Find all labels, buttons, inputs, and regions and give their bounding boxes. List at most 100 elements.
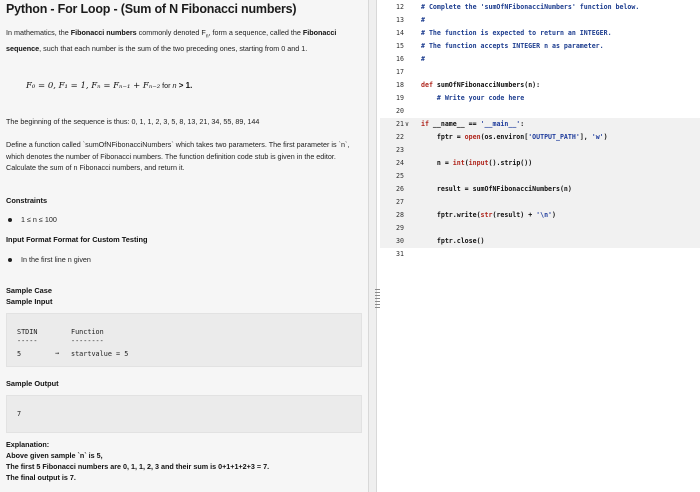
code-text[interactable]: fptr.close() bbox=[421, 235, 485, 248]
line-number: 13 bbox=[396, 16, 404, 24]
code-token: n = bbox=[421, 159, 453, 167]
line-number: 23 bbox=[396, 146, 404, 154]
code-text[interactable]: def sumOfNFibonacciNumbers(n): bbox=[421, 79, 540, 92]
formula-expression: F₀ = 0, F₁ = 1, Fₙ = Fₙ₋₁ + Fₙ₋₂ bbox=[26, 81, 161, 91]
code-token: str bbox=[480, 211, 493, 219]
code-token: # bbox=[421, 16, 425, 24]
code-text[interactable]: # The function is expected to return an … bbox=[421, 27, 612, 40]
explanation-heading: Explanation: bbox=[6, 440, 50, 449]
problem-title: Python - For Loop - (Sum of N Fibonacci … bbox=[6, 2, 297, 16]
intro-text-2: commonly denoted F bbox=[136, 28, 206, 37]
arrow-icon: → bbox=[55, 349, 60, 357]
sample-input-box: STDIN ----- Function -------- 5 → startv… bbox=[6, 313, 362, 367]
problem-panel: Python - For Loop - (Sum of N Fibonacci … bbox=[0, 0, 368, 492]
input-format-heading: Input Format Format for Custom Testing bbox=[6, 235, 148, 244]
sample-input-heading: Sample Input bbox=[6, 297, 53, 306]
code-token: __name__ == bbox=[432, 120, 481, 128]
code-line[interactable]: 13 # bbox=[380, 14, 700, 27]
code-line[interactable]: 16 # bbox=[380, 53, 700, 66]
app-root: Python - For Loop - (Sum of N Fibonacci … bbox=[0, 0, 700, 492]
code-line[interactable]: 25 bbox=[380, 170, 700, 183]
code-token: sumOfNFibonacciNumbers(n): bbox=[436, 81, 541, 89]
code-line[interactable]: 23 bbox=[380, 144, 700, 157]
code-line[interactable]: 14 # The function is expected to return a… bbox=[380, 27, 700, 40]
code-line[interactable]: 26 result = sumOfNFibonacciNumbers(n) bbox=[380, 183, 700, 196]
code-token: : bbox=[520, 120, 525, 128]
code-text[interactable]: # The function accepts INTEGER n as para… bbox=[421, 40, 604, 53]
code-line[interactable]: 17 bbox=[380, 66, 700, 79]
code-token: def bbox=[421, 81, 437, 89]
stdin-header: STDIN bbox=[17, 328, 38, 336]
explanation-line-2: The first 5 Fibonacci numbers are 0, 1, … bbox=[6, 462, 270, 471]
code-text[interactable]: # Write your code here bbox=[421, 92, 524, 105]
code-text[interactable]: n = int(input().strip()) bbox=[421, 157, 532, 170]
sample-output-value: 7 bbox=[17, 410, 22, 418]
define-paragraph: Define a function called `sumOfNFibonacc… bbox=[6, 140, 350, 173]
code-line[interactable]: 12 # Complete the 'sumOfNFibonacciNumbers… bbox=[380, 1, 700, 14]
code-line[interactable]: 24 n = int(input().strip()) bbox=[380, 157, 700, 170]
code-text[interactable]: fptr.write(str(result) + '\n') bbox=[421, 209, 556, 222]
code-token: '__main__' bbox=[480, 120, 521, 128]
code-token: (result) + bbox=[492, 211, 537, 219]
panel-divider[interactable] bbox=[368, 0, 377, 492]
line-number: 12 bbox=[396, 3, 404, 11]
code-token: result = sumOfNFibonacciNumbers(n) bbox=[421, 185, 572, 193]
code-line[interactable]: 28 fptr.write(str(result) + '\n') bbox=[380, 209, 700, 222]
code-token: ) bbox=[603, 133, 608, 141]
code-token: # bbox=[421, 55, 425, 63]
line-number: 31 bbox=[396, 250, 404, 258]
line-number: 17 bbox=[396, 68, 404, 76]
code-text[interactable]: fptr = open(os.environ['OUTPUT_PATH'], '… bbox=[421, 131, 608, 144]
code-token: 'OUTPUT_PATH' bbox=[528, 133, 580, 141]
line-number: 27 bbox=[396, 198, 404, 206]
fold-chevron-icon[interactable]: ∨ bbox=[405, 118, 409, 131]
constraints-heading: Constraints bbox=[6, 196, 48, 205]
intro-paragraph: In mathematics, the Fibonacci numbers co… bbox=[6, 27, 358, 55]
code-line[interactable]: 30 fptr.close() bbox=[380, 235, 700, 248]
sample-output-box: 7 bbox=[6, 395, 362, 433]
intro-bold-1: Fibonacci numbers bbox=[70, 28, 137, 37]
code-token: if bbox=[421, 120, 433, 128]
code-line[interactable]: 27 bbox=[380, 196, 700, 209]
code-line[interactable]: 18 def sumOfNFibonacciNumbers(n): bbox=[380, 79, 700, 92]
line-number: 30 bbox=[396, 237, 404, 245]
code-token: # Complete the 'sumOfNFibonacciNumbers' … bbox=[421, 3, 640, 11]
code-text[interactable]: result = sumOfNFibonacciNumbers(n) bbox=[421, 183, 572, 196]
code-token: 'w' bbox=[591, 133, 604, 141]
function-rule: -------- bbox=[71, 337, 104, 345]
code-token: int bbox=[452, 159, 465, 167]
line-number: 21 bbox=[396, 120, 404, 128]
fibonacci-formula: F₀ = 0, F₁ = 1, Fₙ = Fₙ₋₁ + Fₙ₋₂ for n >… bbox=[26, 81, 192, 91]
line-number: 20 bbox=[396, 107, 404, 115]
code-line[interactable]: 20 bbox=[380, 105, 700, 118]
formula-for: for bbox=[160, 81, 173, 90]
explanation-line-3: The final output is 7. bbox=[6, 473, 76, 482]
code-token: ], bbox=[579, 133, 592, 141]
code-editor[interactable]: 12 # Complete the 'sumOfNFibonacciNumbers… bbox=[380, 0, 700, 492]
constraint-text: 1 ≤ n ≤ 100 bbox=[21, 215, 57, 224]
line-number: 28 bbox=[396, 211, 404, 219]
code-line[interactable]: 31 bbox=[380, 248, 700, 261]
line-number: 18 bbox=[396, 81, 404, 89]
code-text[interactable]: # Complete the 'sumOfNFibonacciNumbers' … bbox=[421, 1, 639, 14]
code-line[interactable]: 22 fptr = open(os.environ['OUTPUT_PATH']… bbox=[380, 131, 700, 144]
code-line[interactable]: 21 ∨ if __name__ == '__main__': bbox=[380, 118, 700, 131]
code-token: # The function is expected to return an … bbox=[421, 29, 612, 37]
code-line[interactable]: 15 # The function accepts INTEGER n as pa… bbox=[380, 40, 700, 53]
function-value: startvalue = 5 bbox=[71, 350, 129, 358]
intro-text-1: In mathematics, the bbox=[6, 28, 71, 37]
line-number: 14 bbox=[396, 29, 404, 37]
line-number: 24 bbox=[396, 159, 404, 167]
function-header: Function bbox=[71, 328, 104, 336]
code-text[interactable]: # bbox=[421, 53, 425, 66]
intro-text-4: , such that each number is the sum of th… bbox=[39, 44, 308, 54]
code-token: input bbox=[468, 159, 489, 167]
code-text[interactable]: if __name__ == '__main__': bbox=[421, 118, 524, 131]
stdin-rule: ----- bbox=[17, 337, 38, 345]
bullet-dot bbox=[8, 258, 12, 263]
code-line[interactable]: 29 bbox=[380, 222, 700, 235]
code-text[interactable]: # bbox=[421, 14, 425, 27]
line-number: 19 bbox=[396, 94, 404, 102]
code-line[interactable]: 19 # Write your code here bbox=[380, 92, 700, 105]
line-number: 22 bbox=[396, 133, 404, 141]
